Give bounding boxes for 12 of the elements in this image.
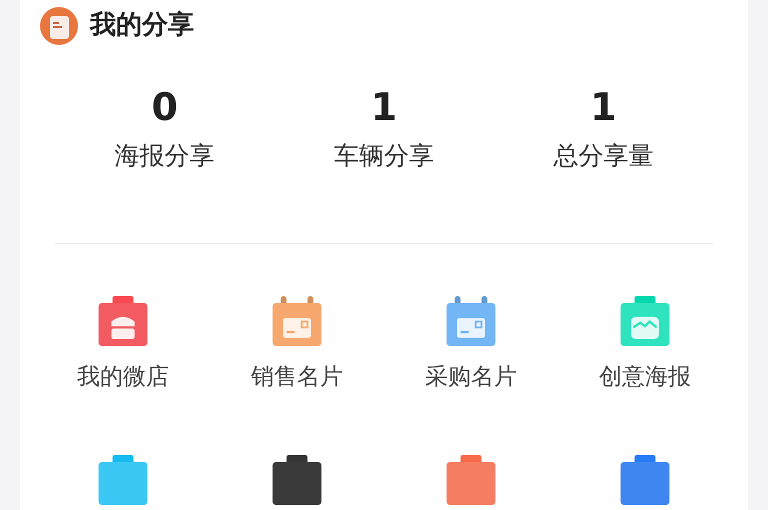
stat-value: 1 — [370, 85, 398, 129]
stat-label: 车辆分享 — [334, 140, 434, 172]
stat-value: 1 — [590, 85, 617, 129]
stat-label: 海报分享 — [114, 140, 215, 172]
section-title: 我的分享 — [90, 9, 194, 42]
app-shortcut[interactable]: 采购名片 — [384, 296, 558, 394]
app-shortcut[interactable]: 创意海报 — [558, 296, 732, 394]
stat-value: 0 — [151, 85, 178, 129]
app-shortcut[interactable]: 销售名片 — [210, 296, 384, 394]
app-shortcut[interactable]: 我的微店 — [36, 296, 210, 394]
stat-label: 总分享量 — [553, 140, 654, 172]
avatar-icon — [40, 6, 78, 44]
